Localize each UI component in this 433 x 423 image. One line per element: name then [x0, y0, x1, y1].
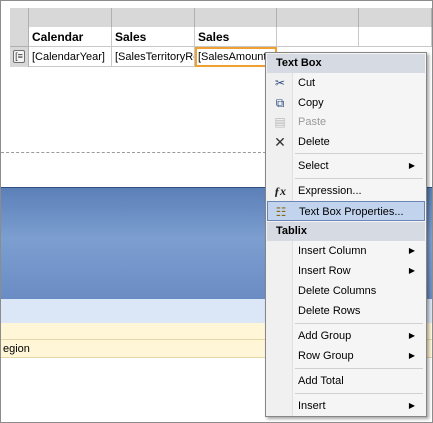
report-body-boundary: [1, 152, 266, 153]
submenu-arrow-icon: ▶: [408, 401, 415, 410]
menu-item-insert-row[interactable]: Insert Row ▶: [267, 261, 425, 281]
copy-icon: ⧉: [275, 96, 285, 110]
menu-item-delete-rows[interactable]: Delete Rows: [267, 301, 425, 321]
menu-item-cut[interactable]: ✂ Cut: [267, 73, 425, 93]
menu-item-copy-label: Copy: [298, 97, 324, 109]
menu-item-insert-row-label: Insert Row: [298, 265, 351, 277]
column-handle-4[interactable]: [277, 8, 359, 28]
menu-item-select[interactable]: Select ▶: [267, 156, 425, 176]
menu-item-paste[interactable]: ▤ Paste: [267, 112, 425, 132]
menu-item-add-total-label: Add Total: [298, 375, 344, 387]
menu-item-expression[interactable]: ƒx Expression...: [267, 181, 425, 201]
column-handle-2[interactable]: [112, 8, 195, 28]
header-cell-sales-amount[interactable]: Sales Amount: [195, 27, 277, 64]
submenu-arrow-icon: ▶: [408, 266, 415, 275]
detail-cell-calendar-year[interactable]: [CalendarYear]: [29, 47, 112, 67]
menu-item-add-total[interactable]: Add Total: [267, 371, 425, 391]
menu-item-row-group[interactable]: Row Group ▶: [267, 346, 425, 366]
menu-item-delete-rows-label: Delete Rows: [298, 305, 361, 317]
row-group-icon[interactable]: [≡: [13, 50, 25, 63]
menu-item-row-group-label: Row Group: [298, 350, 354, 362]
menu-item-add-group[interactable]: Add Group ▶: [267, 326, 425, 346]
column-handle-1[interactable]: [29, 8, 112, 28]
menu-separator: [295, 368, 423, 369]
menu-item-select-label: Select: [298, 160, 329, 172]
fx-icon: ƒx: [274, 184, 286, 198]
menu-separator: [295, 153, 423, 154]
column-handle-3[interactable]: [195, 8, 277, 28]
header-cell-empty-2[interactable]: [359, 27, 432, 47]
menu-item-add-group-label: Add Group: [298, 330, 352, 342]
column-handle-5[interactable]: [359, 8, 432, 28]
menu-item-text-box-properties-label: Text Box Properties...: [299, 206, 404, 218]
tablix-corner-handle[interactable]: [10, 8, 29, 28]
menu-item-delete[interactable]: ✕ Delete: [267, 132, 425, 152]
menu-item-expression-label: Expression...: [298, 185, 362, 197]
menu-item-insert-label: Insert: [298, 400, 326, 412]
scissors-icon: ✂: [274, 76, 286, 90]
paste-icon: ▤: [274, 115, 286, 129]
report-designer: [≡ Calendar Sales Sales Amount [Calendar…: [0, 0, 433, 423]
context-menu: Text Box ✂ Cut ⧉ Copy ▤ Paste ✕ Delete S…: [265, 52, 427, 417]
menu-separator: [295, 178, 423, 179]
submenu-arrow-icon: ▶: [408, 331, 415, 340]
menu-item-insert[interactable]: Insert ▶: [267, 396, 425, 416]
row-handle-header[interactable]: [10, 27, 29, 47]
submenu-arrow-icon: ▶: [408, 351, 415, 360]
menu-section-text-box: Text Box: [267, 54, 425, 73]
menu-item-paste-label: Paste: [298, 116, 327, 128]
menu-separator: [295, 393, 423, 394]
header-cell-empty-1[interactable]: [277, 27, 359, 47]
submenu-arrow-icon: ▶: [408, 246, 415, 255]
properties-icon: ☷: [275, 205, 287, 219]
menu-separator: [295, 323, 423, 324]
x-icon: ✕: [274, 134, 286, 150]
submenu-arrow-icon: ▶: [408, 161, 415, 170]
menu-item-delete-label: Delete: [298, 136, 330, 148]
menu-item-insert-column-label: Insert Column: [298, 245, 367, 257]
menu-item-text-box-properties[interactable]: ☷ Text Box Properties...: [267, 201, 425, 221]
header-cell-calendar[interactable]: Calendar: [29, 27, 112, 47]
detail-cell-sales-territory-region[interactable]: [SalesTerritoryRegion]: [112, 47, 195, 67]
menu-section-tablix: Tablix: [267, 222, 425, 241]
menu-item-delete-columns[interactable]: Delete Columns: [267, 281, 425, 301]
header-cell-sales[interactable]: Sales: [112, 27, 195, 47]
menu-item-copy[interactable]: ⧉ Copy: [267, 93, 425, 113]
menu-item-delete-columns-label: Delete Columns: [298, 285, 377, 297]
menu-item-cut-label: Cut: [298, 77, 316, 89]
menu-item-insert-column[interactable]: Insert Column ▶: [267, 241, 425, 261]
